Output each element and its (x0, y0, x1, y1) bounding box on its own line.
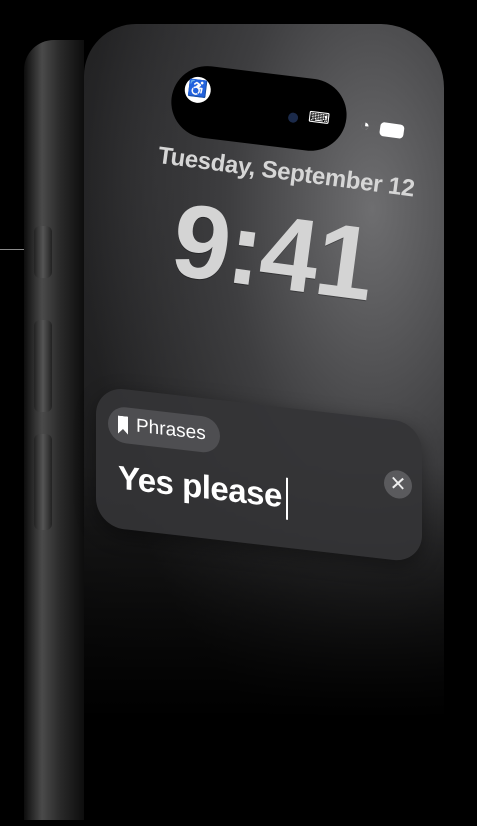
volume-up-button[interactable] (34, 320, 52, 412)
action-button[interactable] (34, 226, 52, 278)
product-stage: ♿ ⌨ ◔ Tuesday, September 12 9:41 Phrases… (0, 0, 477, 826)
lock-screen-time: 9:41 (165, 182, 380, 324)
keyboard-icon[interactable]: ⌨ (307, 109, 333, 130)
front-camera (287, 112, 299, 124)
phrases-chip[interactable]: Phrases (108, 405, 220, 455)
phone-side-frame (24, 40, 84, 820)
bookmark-icon (118, 416, 128, 435)
battery-icon (379, 121, 405, 139)
phrases-chip-label: Phrases (136, 415, 206, 445)
wifi-icon: ◔ (359, 117, 372, 136)
phrase-text-field[interactable]: Yes please (118, 459, 288, 521)
phrase-text: Yes please (118, 458, 282, 515)
text-caret (285, 477, 288, 521)
accessibility-icon[interactable]: ♿ (183, 75, 213, 105)
volume-down-button[interactable] (34, 434, 52, 530)
close-button[interactable]: ✕ (384, 468, 412, 501)
